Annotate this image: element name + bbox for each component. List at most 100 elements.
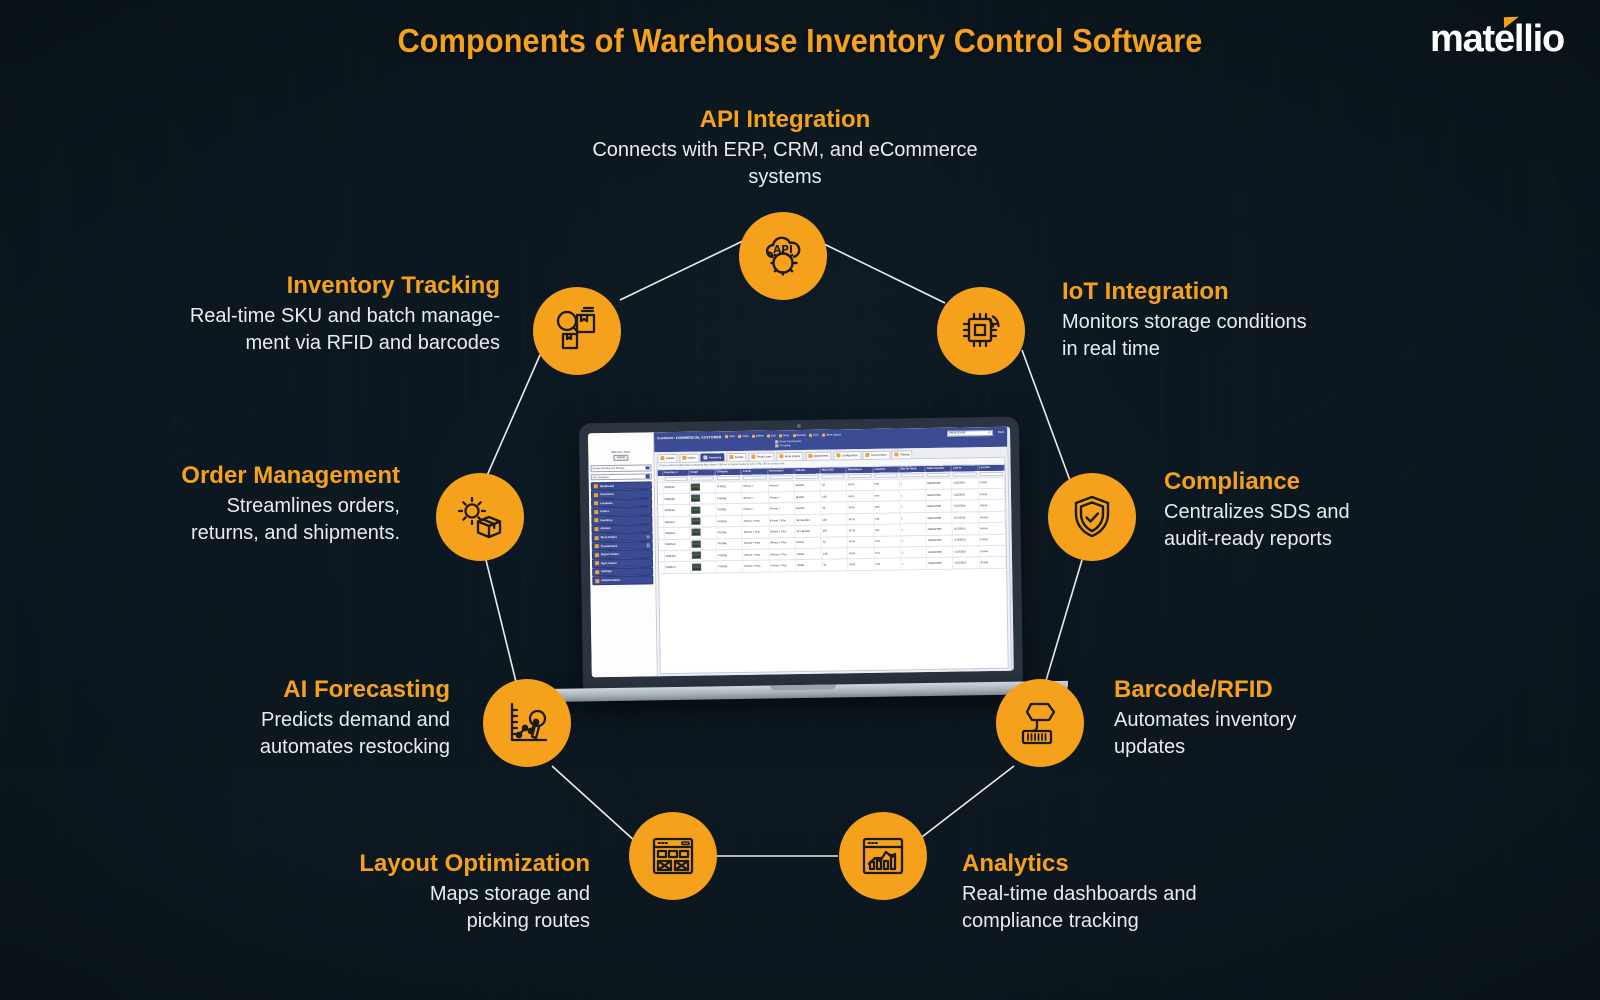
table-cell: 0998530 <box>662 481 690 494</box>
table-cell: 1 <box>900 535 927 547</box>
toolbar-save-layout-button[interactable]: Save Layout <box>821 433 841 437</box>
row-thumbnail-cell <box>689 481 716 494</box>
tab-label: Articles <box>734 455 744 459</box>
filter-input[interactable] <box>821 474 846 479</box>
node-inventory-tracking[interactable] <box>533 287 621 375</box>
toolbar-exit-button[interactable]: Exit <box>767 434 776 438</box>
label-heading: Order Management <box>181 462 400 489</box>
table-cell: BLACK <box>794 491 821 504</box>
table-cell: 32 <box>820 479 847 492</box>
node-iot-integration[interactable] <box>937 287 1025 375</box>
laptop-mockup: Welcome, Store! Logout Browse Routing an… <box>536 416 1069 703</box>
filter-input[interactable] <box>953 472 977 477</box>
table-body: 0998530 PHONE iPhone 7 iPhone 7 BLACK 32 W-01 P… <box>657 470 1006 574</box>
table-cell: 32 <box>820 502 848 514</box>
sidebar-item-icon <box>595 561 600 566</box>
toolbar-refresh-button[interactable]: Refresh <box>792 434 806 438</box>
node-layout-optimization[interactable] <box>629 812 717 900</box>
toolbar-new-button[interactable]: New <box>725 435 735 439</box>
table-cell: 0998538 <box>662 493 690 506</box>
filter-input[interactable] <box>926 472 951 477</box>
toolbar-action-label: More <box>783 434 790 438</box>
sidebar-select-company[interactable]: All Companies <box>590 473 652 481</box>
inventory-app: Welcome, Store! Logout Browse Routing an… <box>587 426 1014 678</box>
sidebar-item-icon <box>594 501 599 506</box>
filter-input[interactable] <box>716 475 741 480</box>
filter-input[interactable] <box>795 474 819 479</box>
table-cell: 5/12/2019 <box>951 477 979 490</box>
sidebar-item-administration[interactable]: Administration <box>592 575 654 586</box>
sidebar-welcome: Welcome, Store! Logout <box>590 434 651 463</box>
table-cell: W-01 <box>847 535 874 548</box>
filter-input[interactable] <box>979 471 1003 476</box>
table-cell: (none) <box>978 511 1005 523</box>
label-heading: Analytics <box>962 850 1069 877</box>
sidebar-item-label: Locations <box>600 501 613 505</box>
node-barcode-rfid[interactable] <box>996 679 1084 767</box>
back-button[interactable]: Back <box>997 431 1004 434</box>
layout-select[interactable]: WAREHOUSE <box>947 429 994 437</box>
table-cell: PHONE <box>715 492 742 505</box>
inventory-grid: Drag a column header here to group by th… <box>656 456 1009 675</box>
filter-input[interactable] <box>664 476 688 481</box>
table-cell: 0998542 <box>663 504 690 517</box>
table-cell: 0998563 <box>663 550 691 562</box>
toolbar-action-icon <box>821 433 825 437</box>
toolbar-action-label: Clear <box>742 434 749 438</box>
table-cell: P11 <box>874 558 901 571</box>
expand-icon[interactable] <box>646 543 650 548</box>
table-cell: W-01 <box>847 547 875 560</box>
toolbar-more-button[interactable]: More <box>779 434 790 438</box>
filter-input[interactable] <box>769 475 793 479</box>
label-body-line: compliance tracking <box>962 909 1139 932</box>
toolbar-action-label: New <box>729 435 735 439</box>
table-cell: 5/12/2019 <box>952 557 980 569</box>
toolbar-grid-button[interactable]: Grid <box>809 433 819 437</box>
toolbar-clear-button[interactable]: Clear <box>738 434 749 439</box>
row-thumbnail-cell <box>689 504 716 517</box>
filter-input[interactable] <box>900 472 924 477</box>
product-thumbnail <box>691 540 701 548</box>
label-body: Maps storage and picking routes <box>240 881 590 934</box>
label-body: Connects with ERP, CRM, and eCommerce sy… <box>565 137 1005 190</box>
node-analytics[interactable] <box>839 812 927 900</box>
page-title: Components of Warehouse Inventory Contro… <box>397 22 1203 59</box>
toolbar-action-icon <box>779 434 783 438</box>
toolbar-action-label: Grid <box>813 433 819 437</box>
product-thumbnail <box>691 517 701 525</box>
table-cell: GBOXP080 <box>925 489 953 501</box>
filter-input[interactable] <box>742 475 767 480</box>
sidebar-item-icon <box>593 484 598 489</box>
table-cell: GBOXP080 <box>925 477 952 490</box>
label-heading: Inventory Tracking <box>286 272 500 299</box>
node-compliance[interactable] <box>1048 473 1136 561</box>
filter-input[interactable] <box>848 473 872 478</box>
tab-icon <box>682 455 687 461</box>
node-ai-forecasting[interactable] <box>483 679 571 767</box>
label-order-management: Order Management Streamlines orders, ret… <box>60 462 400 547</box>
node-order-management[interactable] <box>436 473 524 561</box>
table-cell: P11 <box>873 535 901 548</box>
table-cell: 1 <box>899 500 926 513</box>
node-api-integration[interactable]: API <box>739 212 827 300</box>
filter-input[interactable] <box>690 476 714 481</box>
sidebar-select-routing[interactable]: Browse Routing and Storage <box>590 464 652 472</box>
table-cell: iPhone 7 <box>768 491 795 504</box>
expand-icon[interactable] <box>646 535 650 539</box>
table-cell: (none) <box>979 556 1006 569</box>
toolbar-delete-button[interactable]: Delete <box>752 435 764 438</box>
filter-input[interactable] <box>874 473 898 478</box>
label-body-line: Automates inventory <box>1114 709 1297 732</box>
table-cell: PHONE <box>716 549 743 562</box>
row-thumbnail-cell <box>689 527 717 539</box>
label-body-line: picking routes <box>466 909 590 932</box>
logout-button[interactable]: Logout <box>612 454 629 461</box>
checkbox-box <box>775 440 779 444</box>
table-cell: W-01 <box>846 490 874 503</box>
chevron-down-icon <box>646 474 650 479</box>
toolbar-action-icon <box>767 434 771 438</box>
table-cell: PHONE <box>715 481 742 493</box>
table-cell: GOLD <box>795 548 822 560</box>
toolbar-actions: New Clear Delete Exit More Refresh Grid Save La… <box>725 432 943 439</box>
gear-package-icon <box>454 491 506 543</box>
